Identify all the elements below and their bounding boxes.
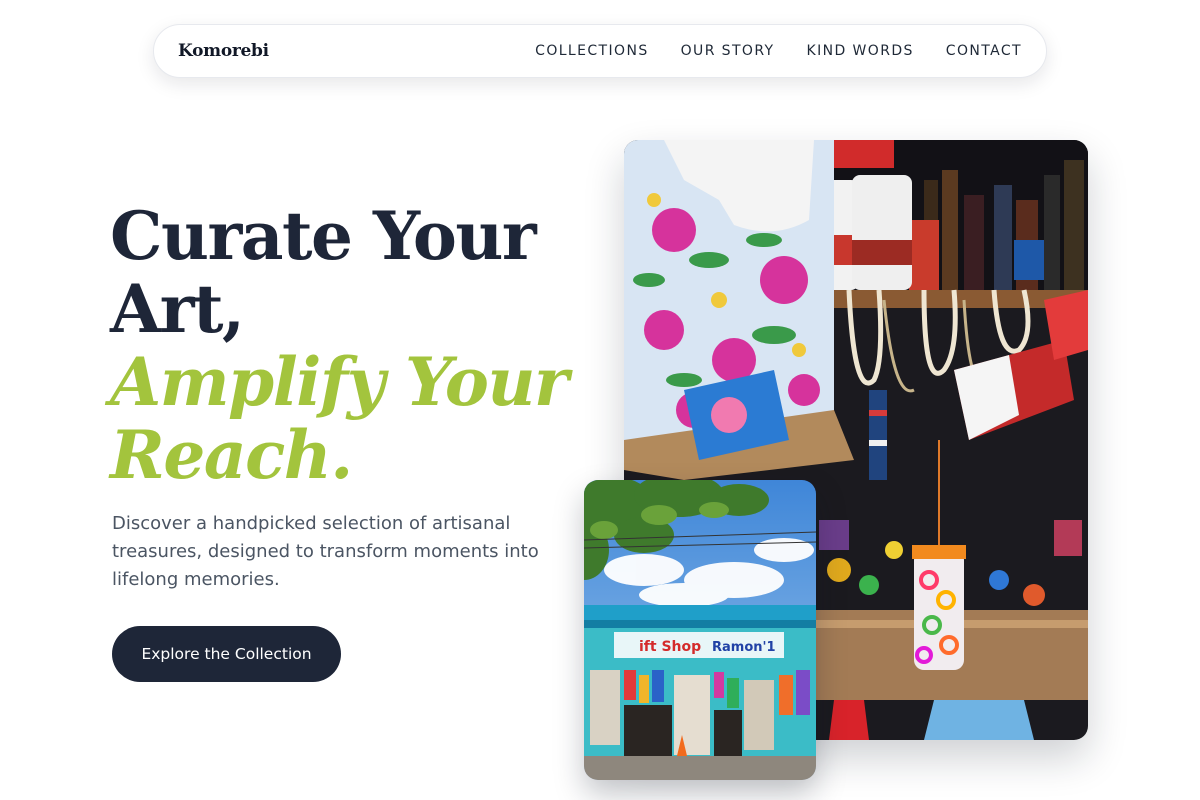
gift-shop-image: ift Shop Ramon'1 [584,480,816,780]
hero-title-accent-line-2: Reach. [110,416,353,494]
nav-link-contact[interactable]: CONTACT [946,43,1022,59]
hero-title-line-1: Curate Your [110,197,537,275]
nav-links: COLLECTIONS OUR STORY KIND WORDS CONTACT [535,43,1022,59]
hero-title: Curate Your Art, Amplify Your Reach. [110,200,580,492]
nav-link-our-story[interactable]: OUR STORY [681,43,775,59]
shop-sign-text-1: ift Shop [639,639,701,655]
explore-collection-button[interactable]: Explore the Collection [112,626,341,682]
nav-link-kind-words[interactable]: KIND WORDS [807,43,914,59]
brand-logo[interactable]: Komorebi [178,41,269,61]
nav-link-collections[interactable]: COLLECTIONS [535,43,648,59]
gift-shop-illustration: ift Shop Ramon'1 [584,480,816,780]
hero-description: Discover a handpicked selection of artis… [112,513,539,590]
top-navigation: Komorebi COLLECTIONS OUR STORY KIND WORD… [153,24,1047,78]
hero-title-accent-line-1: Amplify Your [110,343,569,421]
shop-sign-text-2: Ramon'1 [712,640,776,655]
hero-title-line-2: Art, [110,270,245,348]
